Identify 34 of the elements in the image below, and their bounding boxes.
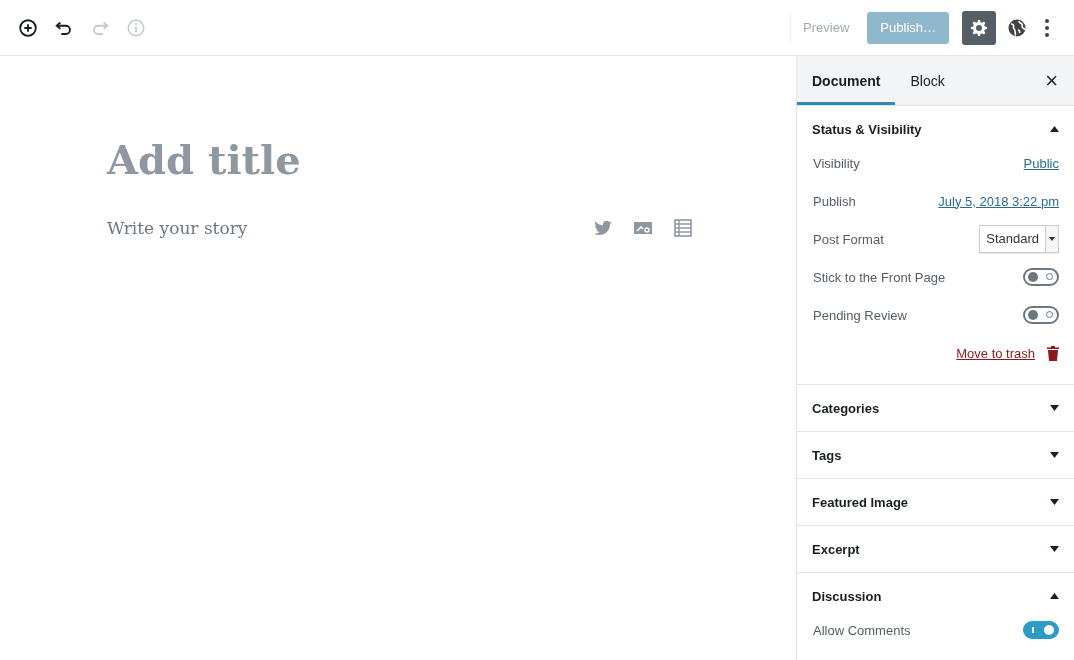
- setting-link[interactable]: July 5, 2018 3:22 pm: [938, 193, 1059, 209]
- sidebar-tab[interactable]: Block: [895, 56, 960, 105]
- expand-arrow-icon: [1050, 546, 1059, 552]
- sidebar-tab[interactable]: Document: [797, 56, 896, 105]
- setting-label: Stick to the Front Page: [813, 269, 946, 285]
- panel-header[interactable]: Discussion: [797, 573, 1074, 619]
- setting-label: Visibility: [813, 155, 860, 171]
- bird-icon[interactable]: [593, 218, 613, 238]
- expand-arrow-icon: [1050, 499, 1059, 505]
- setting-label: Allow Comments: [813, 622, 911, 638]
- panel-header[interactable]: Categories: [797, 385, 1074, 431]
- close-button[interactable]: ×: [1029, 56, 1074, 105]
- toggle-switch[interactable]: [1023, 621, 1059, 639]
- paragraph-field[interactable]: Write your story: [107, 218, 593, 238]
- panel-header[interactable]: Tags: [797, 432, 1074, 478]
- panel-header[interactable]: Featured Image: [797, 479, 1074, 525]
- panel-header[interactable]: Status & Visibility: [797, 106, 1074, 152]
- settings-icon[interactable]: [962, 10, 996, 45]
- setting-label: Pending Review: [813, 307, 907, 323]
- setting-link[interactable]: Public: [1023, 155, 1059, 171]
- panel-header[interactable]: Excerpt: [797, 526, 1074, 572]
- toggle-switch[interactable]: [1023, 306, 1059, 324]
- expand-arrow-icon: [1050, 405, 1059, 411]
- toggle-switch[interactable]: [1023, 268, 1059, 286]
- format-dropdown[interactable]: Standard: [979, 225, 1059, 253]
- collapse-arrow-icon: [1050, 126, 1059, 132]
- collapse-arrow-icon: [1050, 593, 1059, 599]
- expand-arrow-icon: [1050, 452, 1059, 458]
- list-icon[interactable]: [673, 218, 693, 238]
- setting-label: Publish: [813, 193, 856, 209]
- trash-link[interactable]: Move to trash: [956, 345, 1035, 361]
- caret-icon: [1045, 226, 1058, 252]
- setting-label: Post Format: [813, 231, 884, 247]
- trash-icon: [1047, 345, 1059, 361]
